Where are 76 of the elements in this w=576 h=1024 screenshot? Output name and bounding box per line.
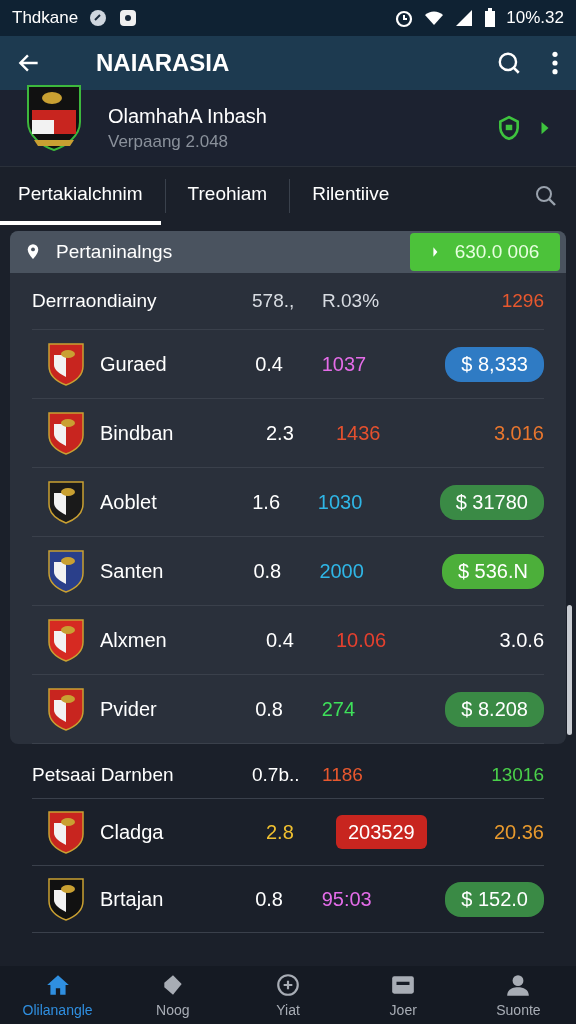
value-pill: $ 8,333 (445, 346, 544, 382)
search-icon[interactable] (496, 50, 522, 76)
column-header: 13016 (491, 764, 544, 786)
value-pill: $ 536.N (441, 553, 544, 589)
column-header: 0.7b.. (252, 764, 301, 786)
stat-value: 2.3 (266, 421, 294, 444)
stat-value: 1436 (336, 421, 381, 444)
nav-item[interactable]: Olilanangle (0, 966, 116, 1024)
shield-icon[interactable] (496, 115, 522, 141)
team-name: Alxmen (100, 628, 167, 652)
section-title: Pertaninalngs (56, 241, 173, 263)
stat-value: 0.8 (255, 697, 283, 720)
stat-value: 0.4 (266, 628, 294, 651)
target-icon (275, 972, 301, 998)
tab[interactable]: Rilentiive (294, 167, 408, 225)
team-name: Santen (100, 559, 164, 583)
stat-value: 274 (321, 697, 356, 720)
column-header: 578., (252, 290, 296, 312)
notification-icon (88, 8, 109, 28)
search-icon[interactable] (534, 184, 558, 208)
stat-value: 2000 (319, 559, 364, 582)
alarm-icon (394, 8, 415, 28)
team-name: Guraed (100, 352, 167, 376)
club-crest-icon (24, 82, 84, 152)
stat-value: 2.8 (266, 820, 294, 843)
club-crest-icon (46, 548, 86, 594)
tab[interactable]: Treohiam (169, 167, 286, 225)
more-menu-icon[interactable] (550, 50, 560, 76)
stat-value: 0.8 (255, 887, 283, 910)
notification-icon (118, 8, 139, 28)
club-crest-icon (46, 876, 86, 922)
column-header: 1296 (501, 290, 544, 312)
stat-value: 10.06 (336, 628, 387, 651)
column-header: Derrraondiainy (32, 290, 158, 312)
column-header: 1186 (322, 764, 364, 786)
stat-value: 3.0.6 (499, 628, 544, 652)
app-title: NAIARASIA (96, 49, 230, 77)
team-name: Pvider (100, 697, 157, 721)
nav-item[interactable]: Suonte (460, 966, 576, 1024)
stat-value: 3.016 (493, 421, 544, 445)
team-name: Aoblet (100, 490, 157, 514)
team-name: Brtajan (100, 887, 164, 911)
value-pill: 203529 (336, 814, 427, 849)
profile-name: OlamhahA Inbash (108, 104, 267, 128)
person-icon (505, 972, 532, 998)
carrier-name: Thdkane (12, 8, 79, 28)
nav-item[interactable]: Noog (115, 966, 231, 1024)
tab[interactable]: Pertakialchnim (0, 167, 161, 225)
value-pill: $ 152.0 (445, 881, 544, 917)
club-crest-icon (46, 686, 86, 732)
team-name: Bindban (100, 421, 174, 445)
nav-item[interactable]: Yiat (230, 966, 346, 1024)
value-pill: $ 31780 (439, 484, 544, 520)
stat-value: 95:03 (321, 887, 372, 910)
stat-value: 1.6 (252, 490, 281, 513)
column-header: Petsaai Darnben (32, 764, 175, 786)
nav-item[interactable]: Joer (345, 966, 461, 1024)
battery-time-text: 10%.32 (506, 8, 564, 28)
club-crest-icon (46, 617, 86, 663)
stat-value: 0.8 (253, 559, 282, 582)
column-header: R.03% (322, 290, 381, 312)
club-crest-icon (46, 410, 86, 456)
stat-value: 0.4 (255, 352, 283, 375)
profile-subtitle: Verpaang 2.048 (108, 131, 230, 152)
value-pill: $ 8.208 (445, 691, 544, 727)
battery-icon (484, 8, 497, 28)
stat-value: 1037 (321, 352, 367, 375)
stat-value: 20.36 (493, 820, 544, 844)
club-crest-icon (46, 341, 86, 387)
team-name: Cladga (100, 820, 164, 844)
signal-icon (454, 8, 475, 28)
club-crest-icon (46, 809, 86, 855)
arrow-icon (430, 246, 439, 258)
location-pin-icon (26, 243, 40, 261)
club-crest-icon (46, 479, 86, 525)
stat-value: 1030 (317, 490, 363, 513)
